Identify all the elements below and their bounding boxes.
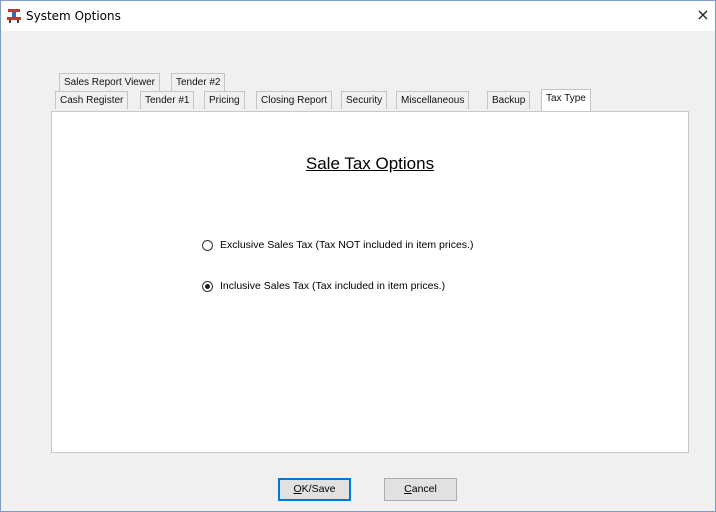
register-icon [6,8,22,24]
exclusive-tax-label: Exclusive Sales Tax (Tax NOT included in… [220,239,474,251]
inclusive-tax-option[interactable]: Inclusive Sales Tax (Tax included in ite… [202,280,445,292]
tab-tender-1[interactable]: Tender #1 [140,91,195,109]
title-bar: System Options × [1,1,715,31]
sale-tax-options-heading: Sale Tax Options [305,154,435,173]
tab-pricing[interactable]: Pricing [204,91,245,109]
exclusive-tax-radio[interactable] [202,239,213,251]
dialog-content: Sales Report Viewer Tender #2 Cash Regis… [1,31,715,511]
tab-security[interactable]: Security [341,91,388,109]
cancel-mnemonic: C [404,483,412,495]
system-options-window: System Options × Sales Report Viewer Ten… [0,0,716,512]
tab-miscellaneous[interactable]: Miscellaneous [396,91,470,109]
inclusive-tax-label: Inclusive Sales Tax (Tax included in ite… [220,280,446,292]
ok-save-button[interactable]: OK/Save [278,478,351,501]
tax-type-panel: Sale Tax Options Exclusive Sales Tax (Ta… [51,111,689,453]
tab-cash-register[interactable]: Cash Register [55,91,129,109]
tab-tender-2[interactable]: Tender #2 [171,73,226,91]
cancel-button[interactable]: Cancel [384,478,457,501]
tab-closing-report[interactable]: Closing Report [256,91,333,109]
tab-sales-report-viewer[interactable]: Sales Report Viewer [59,73,160,91]
ok-save-label: K/Save [301,483,336,495]
tab-tax-type[interactable]: Tax Type [541,89,591,111]
exclusive-tax-option[interactable]: Exclusive Sales Tax (Tax NOT included in… [202,239,473,251]
cancel-label: ancel [411,483,437,495]
close-icon[interactable]: × [691,1,715,31]
ok-save-mnemonic: O [293,483,302,495]
tab-backup[interactable]: Backup [487,91,531,109]
window-title: System Options [26,9,121,23]
inclusive-tax-radio[interactable] [202,280,213,292]
